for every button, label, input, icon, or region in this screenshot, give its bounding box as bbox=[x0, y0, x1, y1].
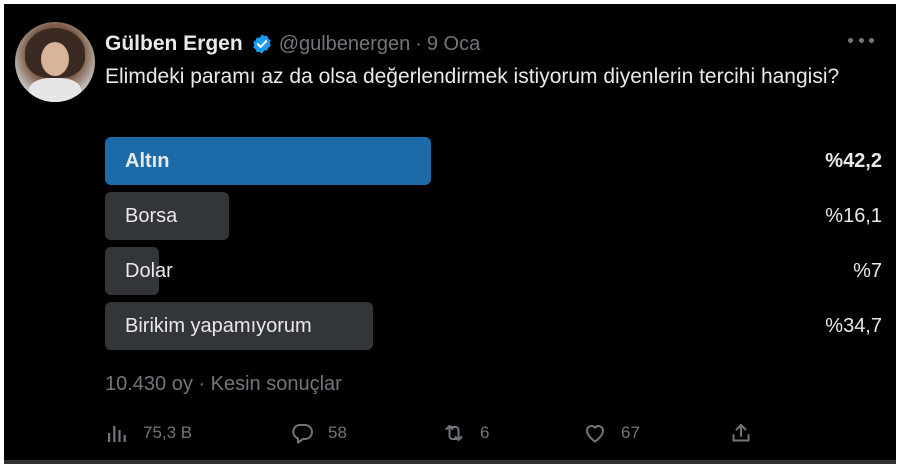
reply-icon bbox=[292, 424, 313, 444]
more-icon[interactable] bbox=[848, 30, 874, 50]
reply-button[interactable]: 58 bbox=[290, 418, 347, 448]
author-name[interactable]: Gülben Ergen bbox=[105, 32, 243, 56]
poll-option-percent: %7 bbox=[853, 260, 882, 282]
poll-option-label: Borsa bbox=[125, 205, 178, 227]
reply-count: 58 bbox=[328, 423, 347, 442]
poll-option-label: Altın bbox=[125, 150, 170, 172]
poll-option: Borsa %16,1 bbox=[105, 192, 882, 242]
author-handle[interactable]: @gulbenergen bbox=[279, 33, 411, 56]
retweet-button[interactable]: 6 bbox=[442, 418, 489, 448]
views-count: 75,3 B bbox=[143, 423, 193, 442]
poll-option: Birikim yapamıyorum %34,7 bbox=[105, 302, 882, 352]
tweet-card[interactable]: Gülben Ergen @gulbenergen · 9 Oca Elimde… bbox=[4, 4, 896, 464]
poll-option-label: Dolar bbox=[125, 260, 173, 282]
separator-dot: · bbox=[415, 32, 422, 55]
retweet-count: 6 bbox=[480, 423, 490, 442]
tweet-date[interactable]: 9 Oca bbox=[427, 33, 480, 56]
poll-summary: 10.430 oy · Kesin sonuçlar bbox=[105, 373, 342, 395]
poll-option-percent: %34,7 bbox=[825, 315, 882, 337]
like-count: 67 bbox=[621, 423, 640, 442]
poll: Altın %42,2 Borsa %16,1 Dolar %7 Birikim… bbox=[105, 137, 882, 357]
retweet-icon bbox=[445, 425, 463, 441]
share-icon bbox=[732, 424, 750, 442]
like-button[interactable]: 67 bbox=[583, 418, 640, 448]
like-icon bbox=[586, 425, 604, 443]
share-button[interactable] bbox=[729, 418, 753, 448]
poll-option-label: Birikim yapamıyorum bbox=[125, 315, 312, 337]
poll-option: Dolar %7 bbox=[105, 247, 882, 297]
views-button[interactable]: 75,3 B bbox=[105, 418, 192, 448]
poll-option-percent: %42,2 bbox=[825, 150, 882, 172]
poll-option-percent: %16,1 bbox=[825, 205, 882, 227]
action-bar: 75,3 B 58 6 67 bbox=[105, 418, 765, 448]
views-icon bbox=[108, 426, 126, 442]
tweet-header: Gülben Ergen @gulbenergen · 9 Oca bbox=[105, 29, 480, 59]
avatar[interactable] bbox=[15, 22, 95, 102]
poll-option: Altın %42,2 bbox=[105, 137, 882, 187]
verified-badge-icon bbox=[252, 34, 271, 54]
tweet-text: Elimdeki paramı az da olsa değerlendirme… bbox=[105, 65, 840, 88]
